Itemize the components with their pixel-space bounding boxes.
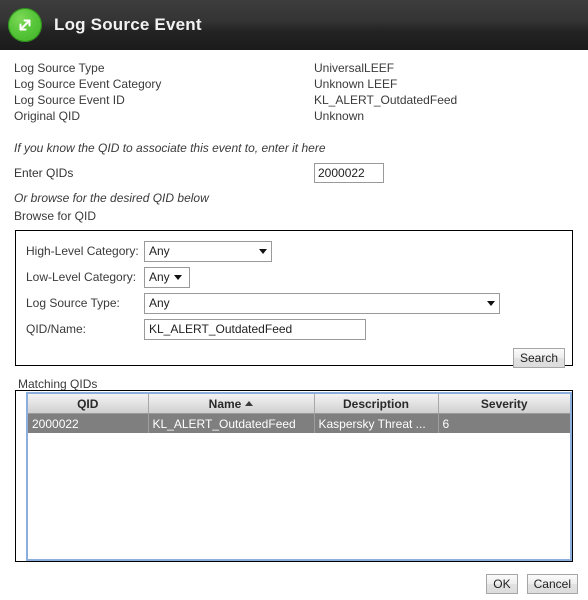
log-source-type-value: Any <box>149 296 170 310</box>
sort-ascending-icon <box>245 400 254 406</box>
log-source-type-row: Log Source Type: Any <box>16 290 572 316</box>
search-button[interactable]: Search <box>512 348 565 368</box>
column-header-name[interactable]: Name <box>148 394 315 414</box>
cell-name: KL_ALERT_OutdatedFeed <box>148 413 315 433</box>
browse-hint: Or browse for the desired QID below <box>14 191 209 205</box>
detail-value-event-category: Unknown LEEF <box>314 77 398 91</box>
high-level-category-value: Any <box>149 244 170 258</box>
detail-label-event-category: Log Source Event Category <box>14 77 162 91</box>
detail-label-original-qid: Original QID <box>14 109 81 123</box>
low-level-category-value: Any <box>149 270 170 284</box>
low-level-category-row: Low-Level Category: Any <box>16 264 572 290</box>
window-titlebar: Log Source Event <box>0 0 588 50</box>
matching-qids-table: QID Name Description Severity 2000022 KL… <box>28 394 570 433</box>
low-level-category-select[interactable]: Any <box>144 266 190 288</box>
qid-name-label: QID/Name: <box>26 322 87 336</box>
chevron-down-icon <box>173 274 182 280</box>
column-header-severity[interactable]: Severity <box>438 394 570 414</box>
table-header-row: QID Name Description Severity <box>28 394 570 414</box>
matching-qids-label: Matching QIDs <box>18 377 98 391</box>
matching-qids-table-container[interactable]: QID Name Description Severity 2000022 KL… <box>26 392 572 561</box>
column-header-name-label: Name <box>208 396 242 411</box>
detail-label-log-source-type: Log Source Type <box>14 61 105 75</box>
enter-qids-row: Enter QIDs <box>0 162 588 184</box>
cell-description: Kaspersky Threat ... <box>314 413 439 433</box>
high-level-category-label: High-Level Category: <box>26 244 139 258</box>
qid-search-panel: High-Level Category: Any Low-Level Categ… <box>15 230 573 368</box>
column-header-severity-label: Severity <box>480 396 528 411</box>
matching-qids-panel: QID Name Description Severity 2000022 KL… <box>15 390 573 562</box>
enter-qids-input[interactable] <box>314 163 384 183</box>
page-title: Log Source Event <box>54 15 202 34</box>
detail-value-original-qid: Unknown <box>314 109 365 123</box>
chevron-down-icon <box>487 300 495 306</box>
detail-value-event-id: KL_ALERT_OutdatedFeed <box>314 93 458 107</box>
detail-row: Log Source Event Category Unknown LEEF <box>14 76 588 92</box>
detail-label-event-id: Log Source Event ID <box>14 93 125 107</box>
log-source-type-select[interactable]: Any <box>144 292 500 314</box>
enter-qids-label: Enter QIDs <box>14 166 74 180</box>
detail-row: Log Source Event ID KL_ALERT_OutdatedFee… <box>14 92 588 108</box>
event-details: Log Source Type UniversalLEEF Log Source… <box>0 60 588 124</box>
expand-arrows-icon <box>8 8 42 42</box>
high-level-category-row: High-Level Category: Any <box>16 238 572 264</box>
table-row[interactable]: 2000022 KL_ALERT_OutdatedFeed Kaspersky … <box>28 413 570 433</box>
ok-button[interactable]: OK <box>486 574 518 594</box>
chevron-down-icon <box>259 248 267 254</box>
dialog-footer: OK Cancel <box>486 574 578 594</box>
cell-severity: 6 <box>438 413 570 433</box>
low-level-category-label: Low-Level Category: <box>26 270 137 284</box>
log-source-type-label: Log Source Type: <box>26 296 120 310</box>
column-header-description[interactable]: Description <box>314 394 439 414</box>
qid-name-row: QID/Name: <box>16 316 572 342</box>
cell-qid: 2000022 <box>28 413 149 433</box>
detail-value-log-source-type: UniversalLEEF <box>314 61 395 75</box>
column-header-qid[interactable]: QID <box>28 394 149 414</box>
qid-name-input[interactable] <box>144 318 366 340</box>
qid-entry-hint: If you know the QID to associate this ev… <box>14 141 326 155</box>
detail-row: Original QID Unknown <box>14 108 588 124</box>
detail-row: Log Source Type UniversalLEEF <box>14 60 588 76</box>
cancel-button[interactable]: Cancel <box>526 574 578 594</box>
browse-for-qid-label: Browse for QID <box>14 209 97 223</box>
search-button-row: Search <box>16 348 572 368</box>
column-header-qid-label: QID <box>77 396 99 411</box>
high-level-category-select[interactable]: Any <box>144 240 272 262</box>
column-header-description-label: Description <box>342 396 409 411</box>
